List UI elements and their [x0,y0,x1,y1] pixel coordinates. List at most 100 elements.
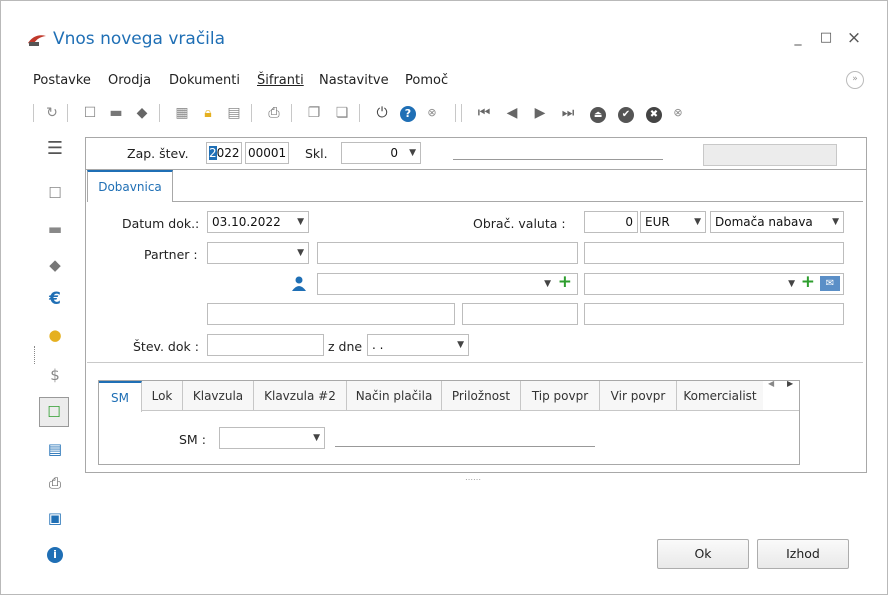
euro-icon[interactable]: € [41,287,69,311]
last-record-icon[interactable]: ⏭ [557,102,579,124]
postal-input[interactable] [462,303,578,325]
menu-dokumenti[interactable]: Dokumenti [169,73,240,88]
new-icon[interactable]: ☐ [41,181,69,205]
izhod-button[interactable]: Izhod [757,539,849,569]
first-record-icon[interactable]: ⏮ [473,102,495,124]
address-line-input[interactable] [207,303,455,325]
coins-add-icon[interactable]: ● [41,323,69,347]
chevron-down-icon: ▼ [457,340,464,350]
paste-icon[interactable]: ❏ [331,102,353,124]
chevron-down-icon: ▼ [788,279,795,289]
partner-select[interactable]: ▼ [207,242,309,264]
print-icon[interactable]: ⎙ [263,102,285,124]
valuta-label: Obrač. valuta : [473,216,566,231]
toolbar-separator [359,104,360,122]
maximize-button[interactable]: □ [815,27,837,49]
minimize-button[interactable]: _ [787,27,809,49]
stev-dok-label: Štev. dok : [133,339,199,354]
nabava-select[interactable]: Domača nabava ▼ [710,211,844,233]
menu-postavke[interactable]: Postavke [33,73,91,88]
skl-select[interactable]: 0 ▼ [341,142,421,164]
menu-nastavitve[interactable]: Nastavitve [319,73,389,88]
tab-klavzula-2[interactable]: Klavzula #2 [254,381,347,411]
close-button[interactable]: × [843,27,865,49]
chevron-down-icon: ▼ [409,148,416,158]
power-icon[interactable]: ⏻ [371,102,393,124]
next-record-icon[interactable]: ▶ [529,102,551,124]
menu-pomoc[interactable]: Pomoč [405,73,448,88]
toolbar-overflow-icon[interactable]: ⊗ [667,102,689,124]
document-currency-icon[interactable]: $ [41,363,69,387]
print-icon[interactable]: ⎙ [41,471,69,495]
help-icon[interactable]: ? [397,102,419,124]
tab-dobavnica[interactable]: Dobavnica [87,170,173,202]
valuta-code-select[interactable]: EUR ▼ [640,211,706,233]
tabs-scroll-right-icon[interactable]: ▶ [787,379,793,388]
sm-select[interactable]: ▼ [219,427,325,449]
partner-name-input[interactable] [317,242,578,264]
zap-year-input[interactable]: 2022 [206,142,242,164]
address-select[interactable]: ▼ + ✉ [584,273,844,295]
new-document-icon[interactable]: ☐ [79,102,101,124]
toolbar-separator [455,104,456,122]
menu-collapse-icon[interactable]: » [846,71,864,89]
tab-lok[interactable]: Lok [142,381,183,411]
menu-orodja[interactable]: Orodja [108,73,151,88]
tab-priloznost[interactable]: Priložnost [442,381,521,411]
contact-select[interactable]: ▼ + [317,273,578,295]
skl-description-line [453,159,663,160]
ok-button[interactable]: Ok [657,539,749,569]
copy-icon[interactable]: ❐ [303,102,325,124]
lock-icon[interactable]: 🔒︎ [197,102,219,124]
search-list-icon[interactable]: ▤ [41,437,69,461]
chevron-down-icon: ▼ [297,217,304,227]
columns-icon[interactable]: ▣ [41,506,69,530]
sidebar-grip [34,346,36,364]
stev-dok-input[interactable] [207,334,324,356]
zap-year-cursor: 2 [209,146,217,160]
previous-record-icon[interactable]: ◀ [501,102,523,124]
tab-nacin-placila[interactable]: Način plačila [347,381,442,411]
splitter-grip[interactable]: ⋯⋯ [465,475,481,484]
info-icon[interactable]: i [41,541,69,565]
toolbar-separator [291,104,292,122]
valuta-amount-input[interactable]: 0 [584,211,638,233]
menu-sifranti[interactable]: Šifranti [257,73,304,88]
tabs-scroll-left-icon[interactable]: ◀ [768,379,774,388]
cancel-icon[interactable]: ✖ [643,102,665,124]
eraser-icon[interactable]: ◆ [131,102,153,124]
chevron-down-icon: ▼ [694,217,701,227]
eraser-icon[interactable]: ◆ [41,253,69,277]
tab-komercialist[interactable]: Komercialist [677,381,763,411]
new-record-active-icon[interactable]: ☐ [39,397,69,427]
city-input[interactable] [584,303,844,325]
tab-sm[interactable]: SM [99,381,142,412]
folder-icon[interactable]: ▬ [41,217,69,241]
expand-icon[interactable]: ⊗ [421,102,443,124]
confirm-icon[interactable]: ✔ [615,102,637,124]
hamburger-menu-icon[interactable]: ☰ [41,137,69,161]
refresh-icon[interactable]: ↻ [41,102,63,124]
z-dne-input[interactable]: . . ▼ [367,334,469,356]
toolbar-separator [461,104,462,122]
tab-klavzula[interactable]: Klavzula [183,381,254,411]
nabava-value: Domača nabava [715,215,813,229]
chevron-down-icon: ▼ [544,279,551,289]
z-dne-label: z dne [328,339,363,354]
folder-icon[interactable]: ▬ [105,102,127,124]
tab-tip-povpr[interactable]: Tip povpr [521,381,600,411]
eject-icon[interactable]: ⏏ [587,102,609,124]
grid-icon[interactable]: ▤ [223,102,245,124]
contact-person-icon[interactable] [291,275,307,291]
add-contact-icon[interactable]: + [558,274,572,292]
datum-input[interactable]: 03.10.2022 ▼ [207,211,309,233]
window-title: Vnos novega vračila [53,29,226,49]
chevron-down-icon: ▼ [313,433,320,443]
tab-vir-povpr[interactable]: Vir povpr [600,381,677,411]
section-divider [87,362,863,363]
calculator-icon[interactable]: ▦ [171,102,193,124]
add-address-icon[interactable]: + [801,274,815,292]
partner-extra-input[interactable] [584,242,844,264]
email-add-icon[interactable]: ✉ [820,276,840,291]
zap-number-input[interactable]: 00001 [245,142,289,164]
